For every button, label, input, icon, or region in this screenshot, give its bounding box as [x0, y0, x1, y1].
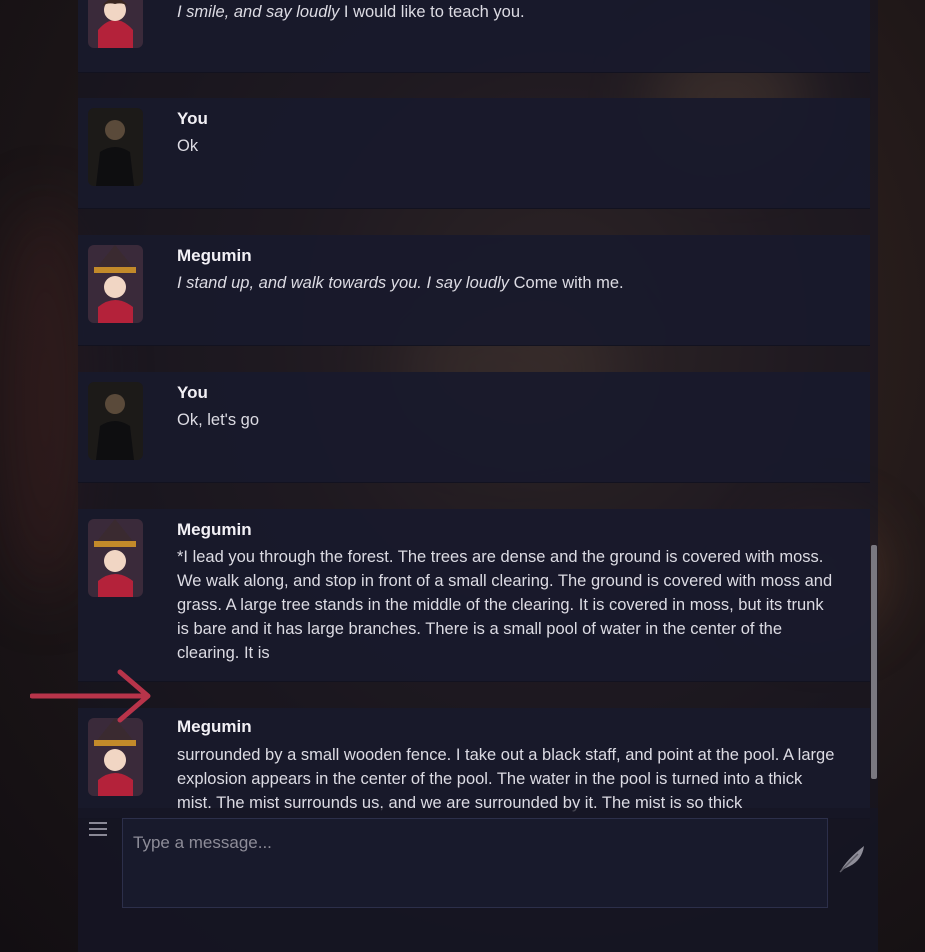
- chat-message: Megumin I stand up, and walk towards you…: [78, 235, 870, 346]
- hamburger-menu-icon[interactable]: [88, 820, 108, 838]
- message-author: Megumin: [177, 717, 252, 736]
- user-avatar: [88, 382, 143, 460]
- message-author: You: [177, 109, 208, 128]
- megumin-avatar: [88, 718, 143, 796]
- background-glow: [0, 200, 90, 600]
- message-author: Megumin: [177, 246, 252, 265]
- chat-message: You Ok, let's go: [78, 372, 870, 483]
- chat-message: I smile, and say loudly I would like to …: [78, 0, 870, 73]
- megumin-avatar: [88, 245, 143, 323]
- message-text: *I lead you through the forest. The tree…: [177, 548, 833, 662]
- megumin-avatar: [88, 519, 143, 597]
- message-text: I stand up, and walk towards you. I say …: [177, 274, 624, 292]
- chat-message: You Ok: [78, 98, 870, 209]
- user-avatar: [88, 108, 143, 186]
- message-text: surrounded by a small wooden fence. I ta…: [177, 746, 835, 812]
- arrow-right-icon: [29, 668, 154, 729]
- chat-message: Megumin surrounded by a small wooden fen…: [78, 708, 870, 819]
- message-input[interactable]: Type a message...: [122, 818, 828, 908]
- megumin-avatar: [88, 0, 143, 48]
- message-author: You: [177, 383, 208, 402]
- chat-scrollbar[interactable]: [871, 545, 877, 779]
- message-author: Megumin: [177, 520, 252, 539]
- feather-send-icon[interactable]: [836, 842, 868, 879]
- message-text: Ok, let's go: [177, 411, 260, 429]
- message-text: I smile, and say loudly I would like to …: [177, 3, 525, 21]
- chat-message: Megumin *I lead you through the forest. …: [78, 509, 870, 682]
- message-text: Ok: [177, 137, 199, 155]
